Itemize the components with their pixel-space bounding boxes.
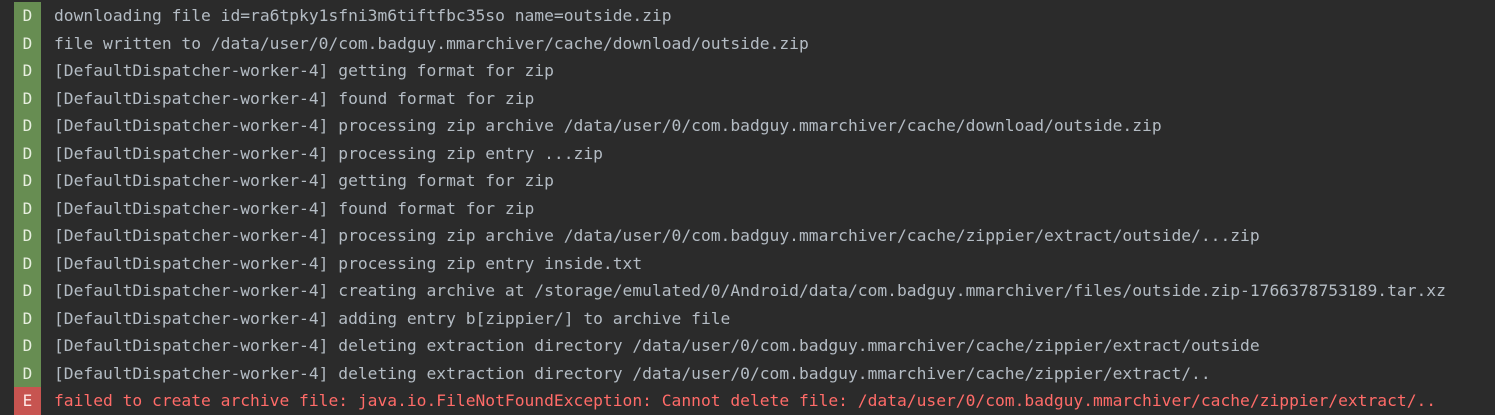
debug-level-badge: D bbox=[14, 332, 41, 360]
log-row[interactable]: D [DefaultDispatcher-worker-4] processin… bbox=[0, 222, 1495, 250]
log-message: [DefaultDispatcher-worker-4] creating ar… bbox=[54, 281, 1446, 300]
log-message: [DefaultDispatcher-worker-4] processing … bbox=[54, 226, 1260, 245]
debug-level-badge: D bbox=[14, 139, 41, 167]
log-row[interactable]: D [DefaultDispatcher-worker-4] processin… bbox=[0, 249, 1495, 277]
log-row-error[interactable]: E failed to create archive file: java.io… bbox=[0, 387, 1495, 415]
debug-level-badge: D bbox=[14, 249, 41, 277]
log-row[interactable]: D downloading file id=ra6tpky1sfni3m6tif… bbox=[0, 2, 1495, 30]
error-level-badge: E bbox=[14, 387, 41, 415]
log-row[interactable]: D [DefaultDispatcher-worker-4] creating … bbox=[0, 277, 1495, 305]
debug-level-badge: D bbox=[14, 277, 41, 305]
log-row[interactable]: D [DefaultDispatcher-worker-4] processin… bbox=[0, 112, 1495, 140]
log-row[interactable]: D file written to /data/user/0/com.badgu… bbox=[0, 29, 1495, 57]
debug-level-badge: D bbox=[14, 57, 41, 85]
debug-level-badge: D bbox=[14, 304, 41, 332]
log-message: [DefaultDispatcher-worker-4] deleting ex… bbox=[54, 363, 1211, 383]
log-message: [DefaultDispatcher-worker-4] adding entr… bbox=[54, 308, 731, 328]
log-entries: D downloading file id=ra6tpky1sfni3m6tif… bbox=[0, 2, 1495, 415]
log-row[interactable]: D [DefaultDispatcher-worker-4] deleting … bbox=[0, 359, 1495, 387]
log-message: [DefaultDispatcher-worker-4] processing … bbox=[54, 253, 643, 273]
log-message: file written to /data/user/0/com.badguy.… bbox=[54, 33, 809, 53]
debug-level-badge: D bbox=[14, 112, 41, 140]
log-message-error: failed to create archive file: java.io.F… bbox=[54, 391, 1437, 410]
log-row[interactable]: D [DefaultDispatcher-worker-4] found for… bbox=[0, 84, 1495, 112]
debug-level-badge: D bbox=[14, 84, 41, 112]
debug-level-badge: D bbox=[14, 194, 41, 222]
log-message: [DefaultDispatcher-worker-4] processing … bbox=[54, 116, 1162, 135]
log-message: [DefaultDispatcher-worker-4] getting for… bbox=[54, 171, 554, 190]
log-row[interactable]: D [DefaultDispatcher-worker-4] adding en… bbox=[0, 304, 1495, 332]
log-message: [DefaultDispatcher-worker-4] processing … bbox=[54, 143, 603, 163]
log-message: [DefaultDispatcher-worker-4] found forma… bbox=[54, 198, 535, 218]
log-row[interactable]: D [DefaultDispatcher-worker-4] processin… bbox=[0, 139, 1495, 167]
debug-level-badge: D bbox=[14, 222, 41, 250]
log-message: downloading file id=ra6tpky1sfni3m6tiftf… bbox=[54, 6, 672, 25]
log-row[interactable]: D [DefaultDispatcher-worker-4] deleting … bbox=[0, 332, 1495, 360]
log-message: [DefaultDispatcher-worker-4] found forma… bbox=[54, 88, 535, 108]
log-message: [DefaultDispatcher-worker-4] getting for… bbox=[54, 61, 554, 80]
log-row[interactable]: D [DefaultDispatcher-worker-4] found for… bbox=[0, 194, 1495, 222]
log-message: [DefaultDispatcher-worker-4] deleting ex… bbox=[54, 336, 1260, 355]
debug-level-badge: D bbox=[14, 167, 41, 195]
debug-level-badge: D bbox=[14, 29, 41, 57]
log-row[interactable]: D [DefaultDispatcher-worker-4] getting f… bbox=[0, 167, 1495, 195]
debug-level-badge: D bbox=[14, 2, 41, 30]
debug-level-badge: D bbox=[14, 359, 41, 387]
logcat-output-panel[interactable]: D downloading file id=ra6tpky1sfni3m6tif… bbox=[0, 0, 1495, 415]
log-row[interactable]: D [DefaultDispatcher-worker-4] getting f… bbox=[0, 57, 1495, 85]
